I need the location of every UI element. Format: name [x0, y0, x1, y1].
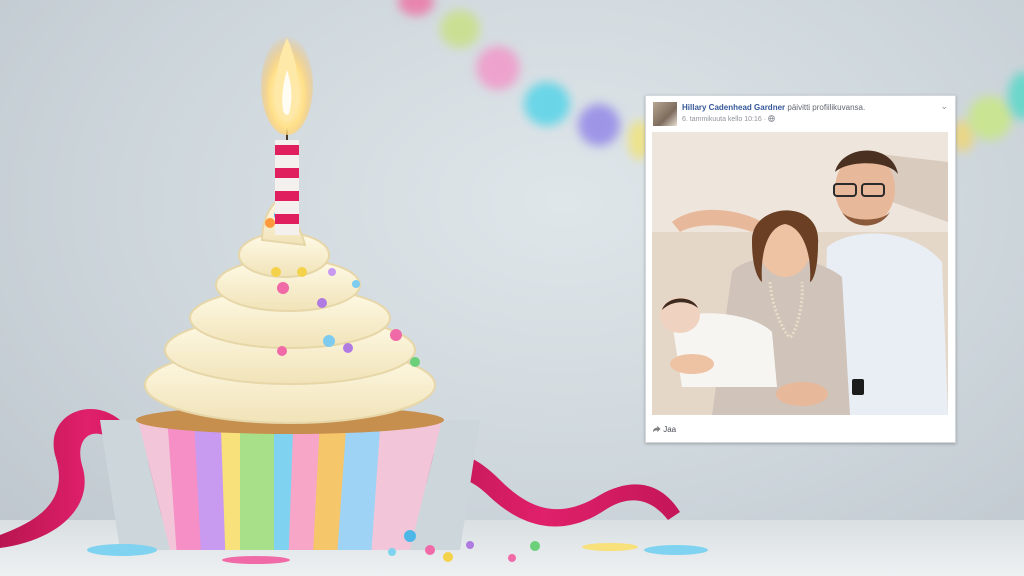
- post-action-text: päivitti profiilikuvansa.: [787, 103, 866, 112]
- author-name-link[interactable]: Hillary Cadenhead Gardner: [682, 103, 785, 112]
- share-arrow-icon: [652, 425, 661, 433]
- family-portrait: [652, 132, 948, 415]
- profile-photo[interactable]: [652, 132, 948, 415]
- share-label: Jaa: [663, 425, 677, 434]
- chevron-down-icon[interactable]: ⌄: [940, 101, 948, 112]
- timestamp-text: 6. tammikuuta kello 10:16 ·: [682, 116, 767, 123]
- candle: [261, 35, 313, 235]
- birthday-background: Hillary Cadenhead Gardner päivitti profi…: [0, 0, 1024, 576]
- cupcake-wrapper: [100, 420, 480, 550]
- globe-icon: [768, 115, 775, 122]
- profile-avatar[interactable]: [653, 102, 677, 126]
- share-button[interactable]: Jaa: [652, 425, 676, 434]
- post-header: Hillary Cadenhead Gardner päivitti profi…: [682, 103, 865, 112]
- facebook-post-embed: Hillary Cadenhead Gardner päivitti profi…: [645, 95, 956, 443]
- post-timestamp[interactable]: 6. tammikuuta kello 10:16 ·: [682, 115, 775, 123]
